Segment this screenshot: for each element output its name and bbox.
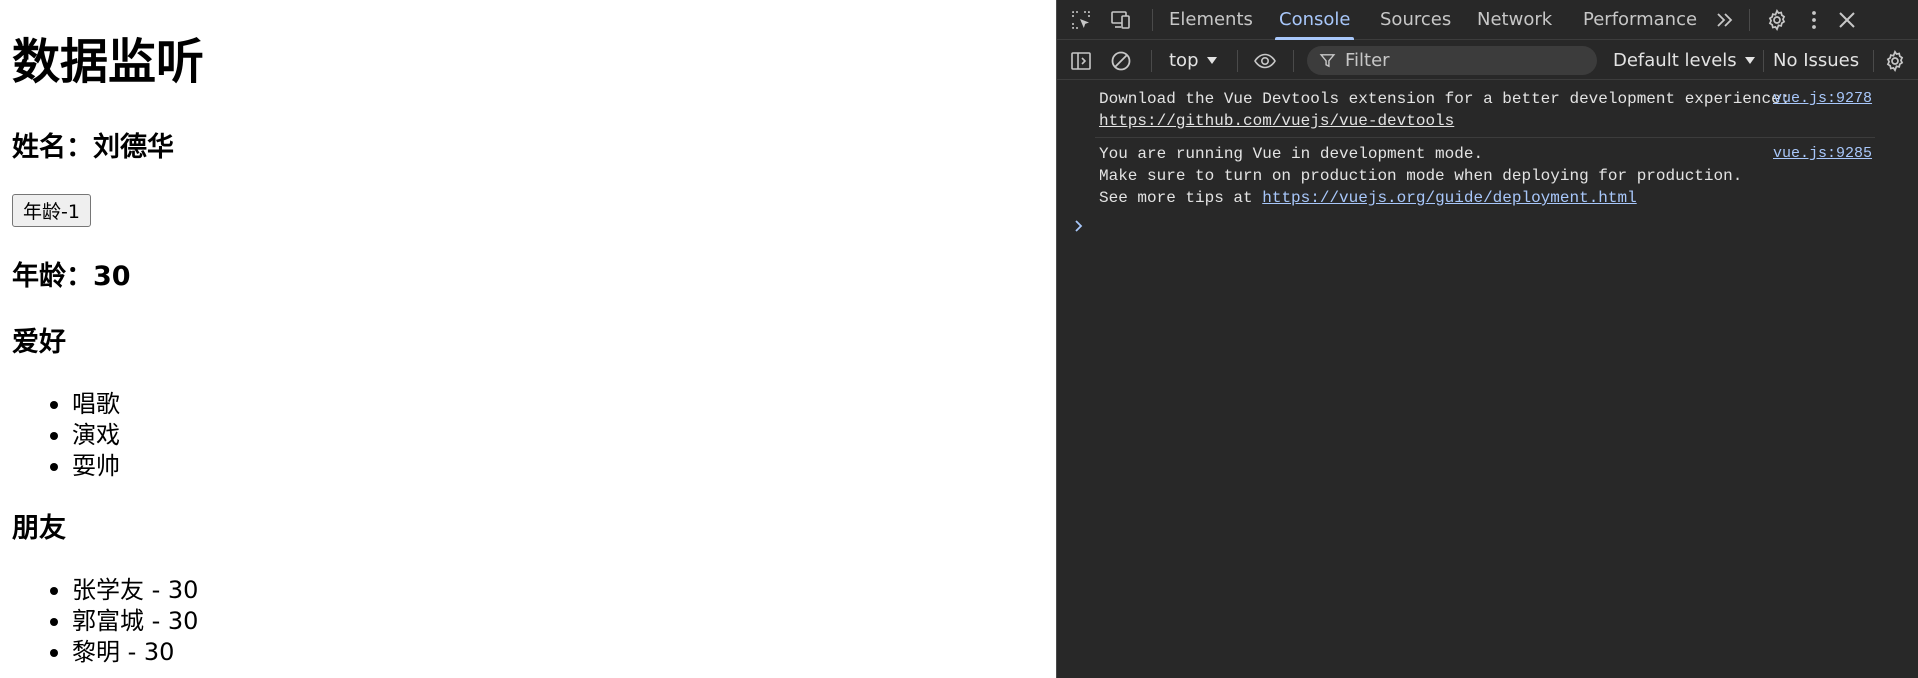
filter-field[interactable] — [1307, 46, 1597, 75]
vue-deployment-guide-link[interactable]: https://vuejs.org/guide/deployment.html — [1262, 189, 1636, 207]
hobby-item: 耍帅 — [50, 452, 120, 480]
message-text-prefix: See more tips at — [1099, 189, 1263, 207]
console-message: Download the Vue Devtools extension for … — [1057, 88, 1877, 134]
friend-item: 张学友 - 30 — [49, 576, 199, 604]
name-label: 姓名：刘德华 — [12, 132, 174, 163]
chevron-down-icon — [1744, 57, 1755, 64]
friends-heading: 朋友 — [12, 513, 66, 544]
kebab-menu-icon[interactable] — [1802, 8, 1826, 32]
vue-devtools-link[interactable]: https://github.com/vuejs/vue-devtools — [1099, 110, 1454, 132]
context-value: top — [1169, 50, 1199, 71]
chevron-down-icon — [1206, 57, 1217, 64]
message-text: Download the Vue Devtools extension for … — [1099, 90, 1791, 108]
log-levels-value: Default levels — [1613, 50, 1737, 71]
friend-item: 黎明 - 30 — [49, 637, 198, 668]
page-content: 数据监听 姓名：刘德华 年龄-1 年龄：30 爱好 唱歌 演戏 耍帅 朋友 张学… — [0, 0, 1056, 678]
tab-sources[interactable]: Sources — [1380, 0, 1451, 40]
log-levels-dropdown[interactable]: Default levels — [1613, 41, 1755, 80]
live-expression-eye-icon[interactable] — [1253, 49, 1277, 73]
age-decrement-button[interactable]: 年龄-1 — [12, 194, 91, 227]
devtools-panel: Elements Console Sources Network Perform… — [1056, 0, 1918, 678]
console-toolbar: top Default levels No Issues — [1057, 41, 1918, 80]
show-sidebar-icon[interactable] — [1069, 49, 1093, 73]
message-text: See more tips at https://vuejs.org/guide… — [1099, 187, 1637, 209]
console-prompt-chevron-icon[interactable] — [1073, 219, 1085, 233]
console-settings-gear-icon[interactable] — [1883, 49, 1907, 73]
tab-network[interactable]: Network — [1477, 0, 1552, 40]
friend-item: 郭富城 - 30 — [49, 607, 199, 635]
close-icon[interactable] — [1835, 8, 1859, 32]
message-source-link[interactable]: vue.js:9278 — [1773, 88, 1872, 110]
chevron-double-right-icon[interactable] — [1713, 8, 1737, 32]
clear-console-icon[interactable] — [1109, 49, 1133, 73]
hobby-list: 唱歌 演戏 耍帅 — [50, 389, 120, 482]
page-title: 数据监听 — [12, 34, 205, 90]
device-toolbar-icon[interactable] — [1109, 8, 1133, 32]
age-label: 年龄：30 — [12, 261, 131, 292]
tab-elements[interactable]: Elements — [1169, 0, 1253, 40]
settings-gear-icon[interactable] — [1765, 8, 1789, 32]
devtools-tabbar: Elements Console Sources Network Perform… — [1057, 0, 1918, 40]
tab-console[interactable]: Console — [1274, 0, 1355, 40]
context-selector[interactable]: top — [1169, 41, 1217, 80]
filter-input[interactable] — [1345, 46, 1585, 75]
console-output: Download the Vue Devtools extension for … — [1057, 81, 1918, 678]
hobby-item: 演戏 — [50, 421, 120, 449]
console-message: You are running Vue in development mode.… — [1057, 143, 1877, 211]
issues-button[interactable]: No Issues — [1773, 41, 1859, 80]
hobby-heading: 爱好 — [12, 327, 66, 358]
inspect-element-icon[interactable] — [1069, 8, 1093, 32]
tab-performance[interactable]: Performance — [1583, 0, 1697, 40]
hobby-item: 唱歌 — [50, 390, 120, 418]
message-text: Make sure to turn on production mode whe… — [1099, 167, 1743, 185]
message-source-link[interactable]: vue.js:9285 — [1773, 143, 1872, 165]
message-text: You are running Vue in development mode. — [1099, 145, 1484, 163]
filter-funnel-icon — [1319, 52, 1336, 69]
friends-list: 张学友 - 30 郭富城 - 30 黎明 - 30 — [49, 575, 199, 668]
